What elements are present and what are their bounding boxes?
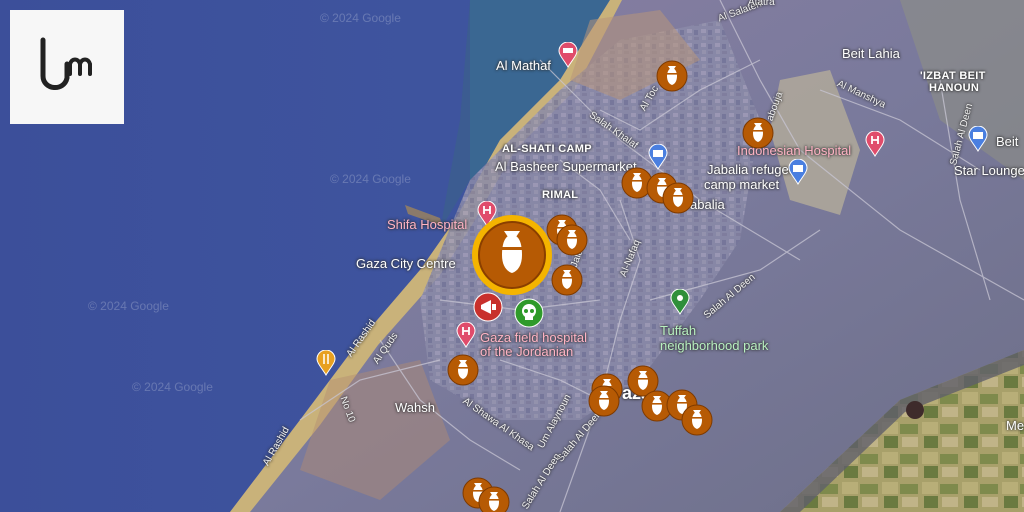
place-label: Beit Lahia: [842, 46, 900, 61]
strike-marker[interactable]: [447, 354, 479, 386]
shopping-bag-pin-icon[interactable]: [787, 159, 809, 185]
place-label: Star Lounge: [954, 163, 1024, 178]
place-label: Me: [1006, 418, 1024, 433]
hospital-pin-icon[interactable]: [455, 322, 477, 348]
app-logo[interactable]: [10, 10, 124, 124]
place-label: neighborhood park: [660, 338, 769, 353]
place-label: Jabalia refugee: [707, 162, 796, 177]
strike-marker[interactable]: [551, 264, 583, 296]
strike-marker[interactable]: [656, 60, 688, 92]
um-logo-icon: [40, 37, 92, 90]
selected-strike-marker[interactable]: [470, 213, 554, 297]
map-watermark: © 2024 Google: [320, 11, 401, 25]
place-label: RIMAL: [542, 189, 579, 201]
strike-marker[interactable]: [742, 117, 774, 149]
place-label: Gaza City Centre: [356, 256, 456, 271]
map-watermark: © 2024 Google: [330, 172, 411, 186]
place-label: AL-SHATI CAMP: [502, 143, 592, 155]
place-label: Tuffah: [660, 323, 697, 338]
shopping-bag-pin-icon[interactable]: [967, 126, 989, 152]
place-label: HANOUN: [929, 82, 980, 94]
map-watermark: © 2024 Google: [88, 299, 169, 313]
place-label: Gaza field hospital: [480, 330, 587, 345]
place-label: camp market: [704, 177, 780, 192]
skull-icon[interactable]: [514, 298, 544, 328]
place-label: Wahsh: [395, 400, 435, 415]
strike-marker[interactable]: [662, 182, 694, 214]
strike-marker[interactable]: [588, 385, 620, 417]
map-watermark: © 2024 Google: [132, 380, 213, 394]
park-pin-icon[interactable]: [669, 289, 691, 315]
road-label: Atatra: [748, 0, 775, 8]
strike-marker[interactable]: [681, 404, 713, 436]
museum-pin-icon[interactable]: [557, 42, 579, 68]
place-label: Al Mathaf: [496, 58, 551, 73]
map-canvas[interactable]: © 2024 Google © 2024 Google © 2024 Googl…: [0, 0, 1024, 512]
megaphone-icon[interactable]: [473, 292, 503, 322]
place-label: Beit: [996, 134, 1019, 149]
place-label: Al Basheer Supermarket: [495, 159, 637, 174]
place-label: of the Jordanian: [480, 344, 574, 359]
place-label: Shifa Hospital: [387, 217, 468, 232]
place-label: abalia: [690, 197, 725, 212]
hospital-pin-icon[interactable]: [864, 131, 886, 157]
strike-marker[interactable]: [556, 224, 588, 256]
restaurant-pin-icon[interactable]: [315, 350, 337, 376]
strike-marker[interactable]: [478, 486, 510, 512]
